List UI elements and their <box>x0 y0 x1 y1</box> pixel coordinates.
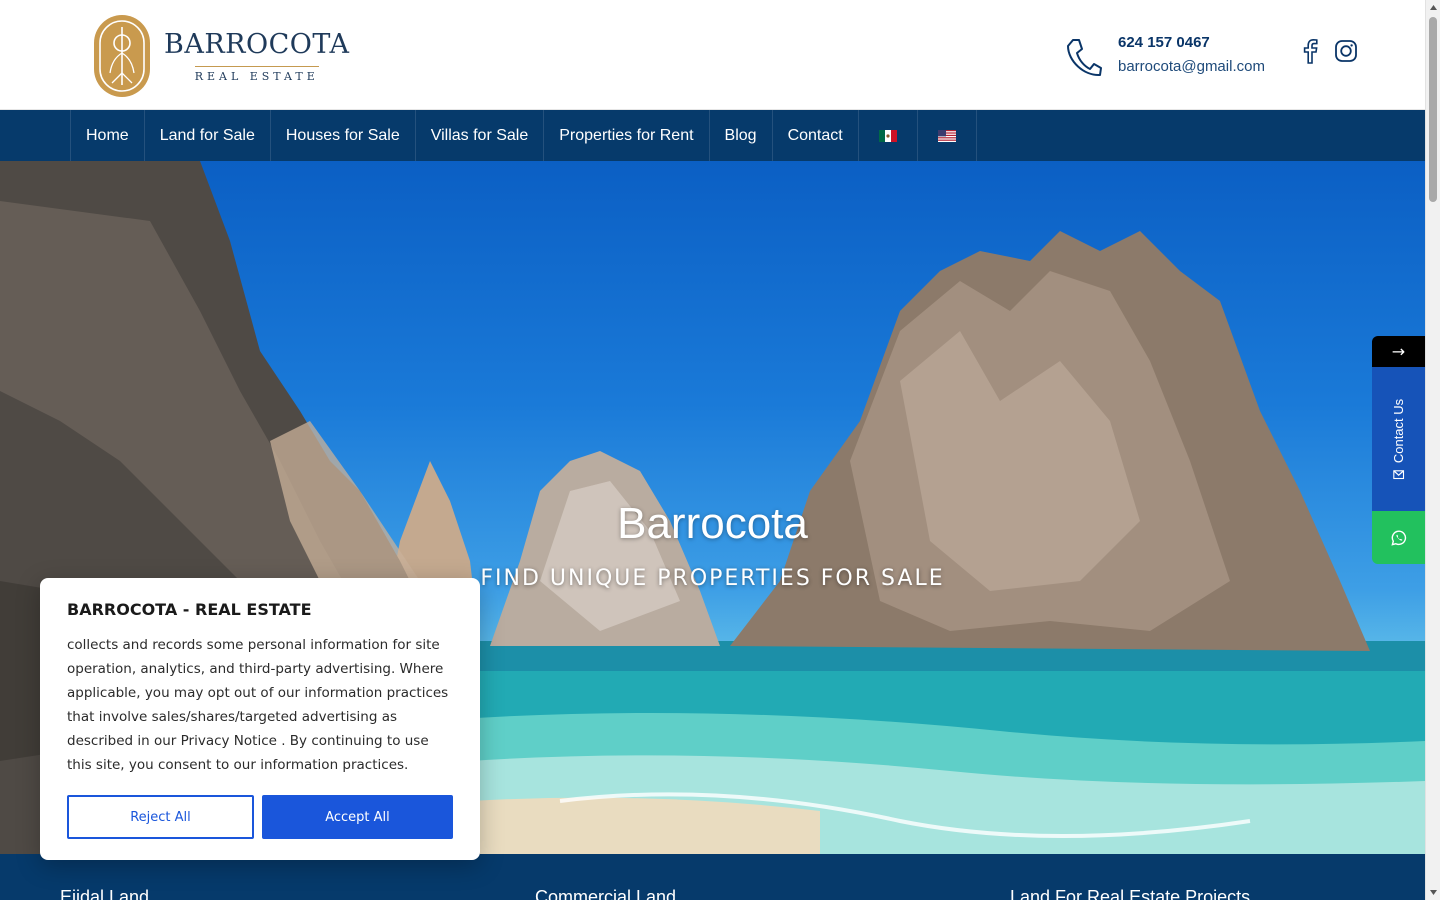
logo-name: BARROCOTA <box>164 28 350 60</box>
whatsapp-icon <box>1390 529 1406 546</box>
nav-item-contact[interactable]: Contact <box>773 110 859 161</box>
header-contact: 624 157 0467 barrocota@gmail.com <box>1064 32 1265 78</box>
cookie-consent-banner: BARROCOTA - REAL ESTATE collects and rec… <box>40 578 480 860</box>
main-nav: Home Land for Sale Houses for Sale Villa… <box>0 110 1425 161</box>
cookie-banner-text: collects and records some personal infor… <box>67 637 449 773</box>
scroll-up-arrow-icon[interactable] <box>1426 0 1440 15</box>
side-contact-label: Contact Us <box>1391 398 1406 463</box>
page-scrollbar[interactable] <box>1425 0 1440 900</box>
side-contact-us-button[interactable]: Contact Us <box>1372 367 1425 511</box>
category-land-projects-link[interactable]: Land For Real Estate Projects <box>1010 887 1250 900</box>
language-en-link[interactable] <box>918 110 977 161</box>
side-widget-toggle-button[interactable]: → <box>1372 336 1425 367</box>
hero-title: Barrocota <box>617 499 808 548</box>
cookie-banner-title: BARROCOTA - REAL ESTATE <box>67 600 312 619</box>
side-contact-widget: → Contact Us <box>1372 336 1425 564</box>
nav-item-home[interactable]: Home <box>71 110 145 161</box>
reject-all-button[interactable]: Reject All <box>67 795 254 839</box>
site-logo[interactable]: BARROCOTA REAL ESTATE <box>92 13 349 99</box>
side-whatsapp-button[interactable] <box>1372 511 1425 564</box>
header-phone-link[interactable]: 624 157 0467 <box>1118 33 1265 53</box>
logo-tagline: REAL ESTATE <box>194 65 319 83</box>
scroll-down-arrow-icon[interactable] <box>1426 885 1440 900</box>
nav-item-land-for-sale[interactable]: Land for Sale <box>145 110 271 161</box>
site-header: BARROCOTA REAL ESTATE 624 157 0467 barro… <box>0 0 1425 110</box>
barrocota-logo-emblem <box>94 15 150 97</box>
nav-item-villas-for-sale[interactable]: Villas for Sale <box>416 110 545 161</box>
language-es-link[interactable] <box>859 110 918 161</box>
mexico-flag-icon <box>878 129 897 142</box>
instagram-icon[interactable] <box>1334 38 1358 64</box>
usa-flag-icon <box>937 129 956 142</box>
nav-item-blog[interactable]: Blog <box>710 110 773 161</box>
category-commercial-land-link[interactable]: Commercial Land <box>535 887 676 900</box>
category-ejidal-land-link[interactable]: Ejidal Land <box>60 887 149 900</box>
mail-icon <box>1393 469 1404 479</box>
nav-item-properties-for-rent[interactable]: Properties for Rent <box>544 110 710 161</box>
header-email-link[interactable]: barrocota@gmail.com <box>1118 57 1265 77</box>
scrollbar-thumb[interactable] <box>1429 17 1437 202</box>
social-links <box>1298 38 1358 64</box>
phone-icon <box>1067 39 1102 77</box>
facebook-icon[interactable] <box>1298 38 1322 64</box>
accept-all-button[interactable]: Accept All <box>262 795 453 839</box>
category-band: Ejidal Land Commercial Land Land For Rea… <box>0 854 1425 900</box>
nav-item-houses-for-sale[interactable]: Houses for Sale <box>271 110 416 161</box>
